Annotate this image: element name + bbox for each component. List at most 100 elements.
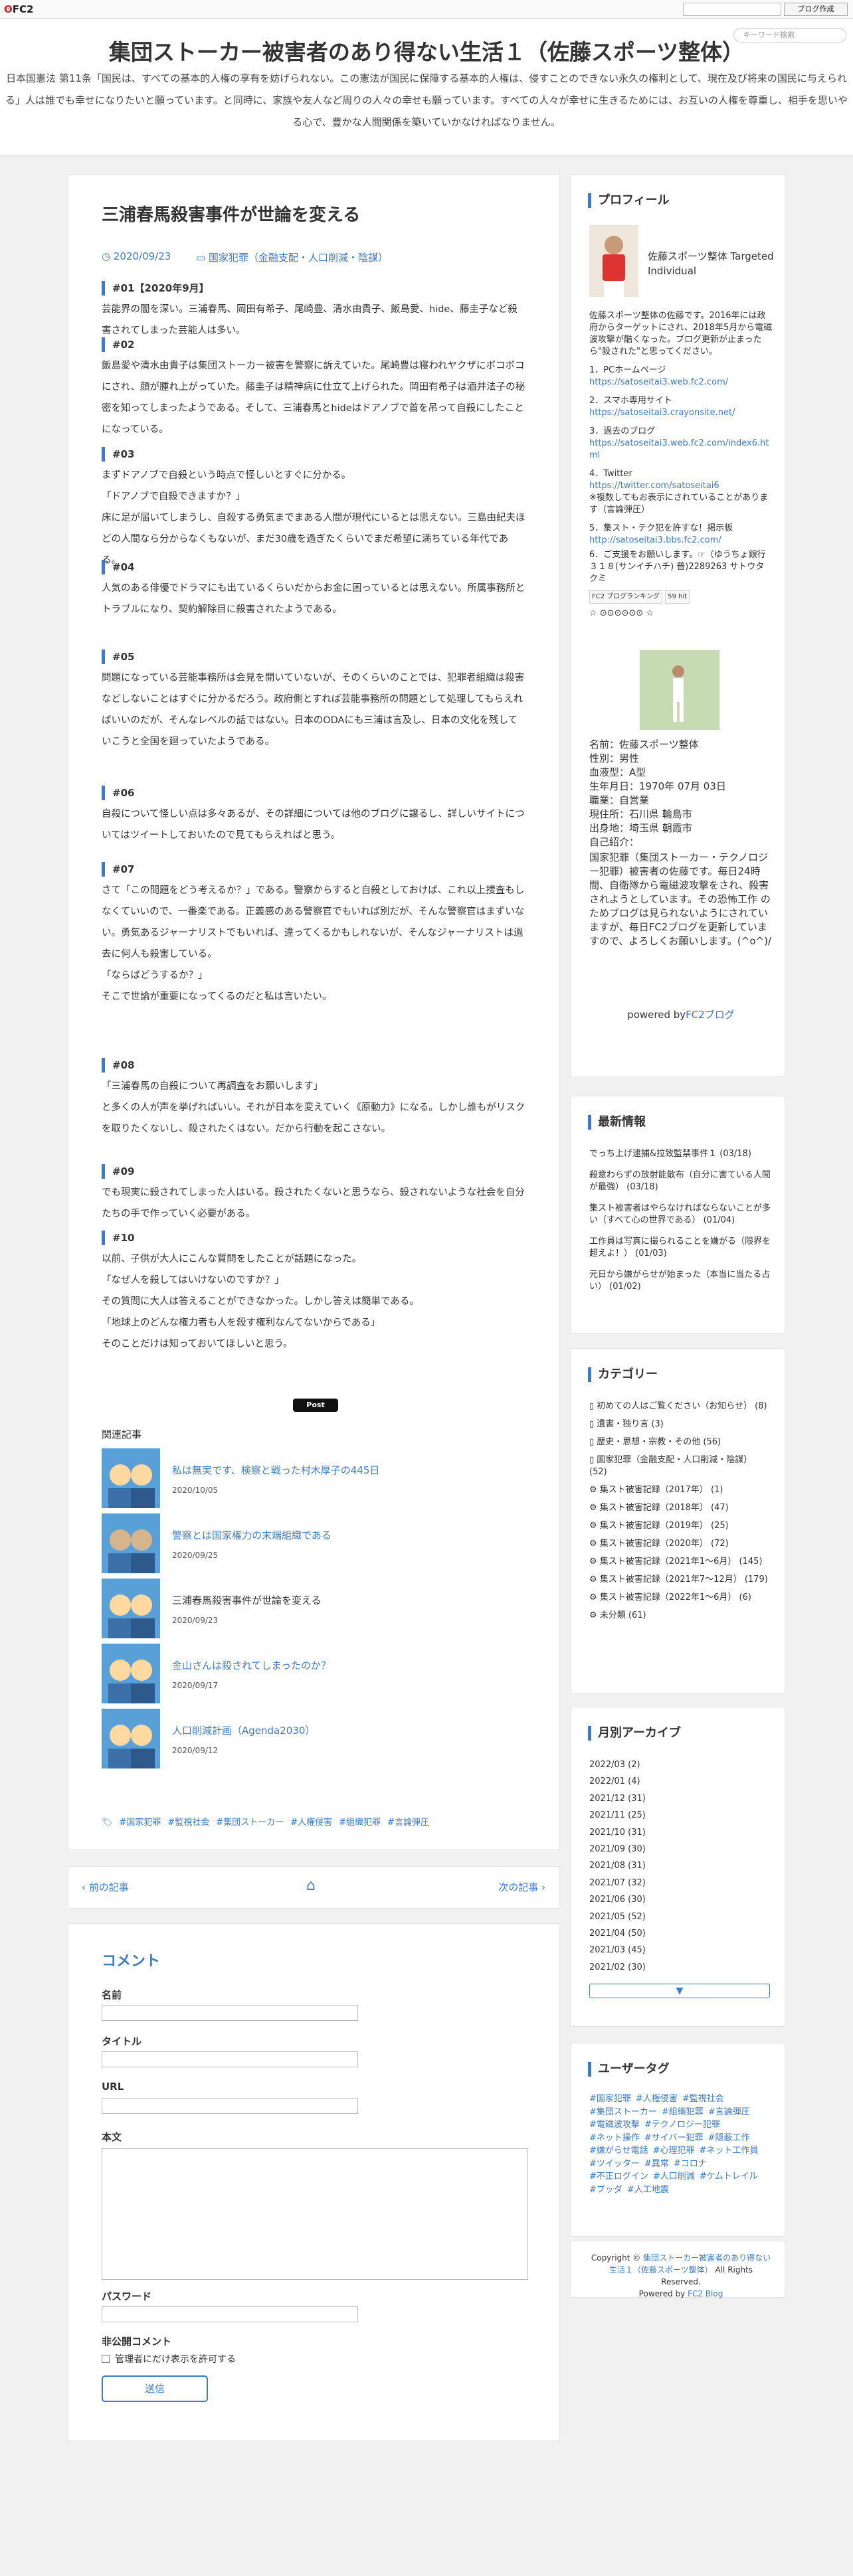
- blog-title[interactable]: 集団ストーカー被害者のあり得ない生活１（佐藤スポーツ整体）: [0, 35, 853, 66]
- category-item[interactable]: ⚙ 集スト被害記録（2022年1〜6月） (6): [589, 1592, 773, 1604]
- category-label[interactable]: 集スト被害記録（2021年7〜12月） (179): [600, 1575, 768, 1585]
- category-label[interactable]: 歴史・思想・宗教・その他 (56): [597, 1437, 721, 1447]
- tweet-button[interactable]: Post: [293, 1399, 338, 1412]
- home-icon[interactable]: ⌂: [306, 1877, 316, 1894]
- related-thumbnail[interactable]: [102, 1644, 160, 1703]
- category-item[interactable]: ⚙ 集スト被害記録（2021年7〜12月） (179): [589, 1574, 773, 1586]
- user-tag-link[interactable]: #言論弾圧: [708, 2106, 750, 2119]
- archive-item[interactable]: 2021/04 (50): [589, 1925, 773, 1942]
- fc2-logo[interactable]: ʘFC2: [4, 3, 33, 15]
- fc2-link[interactable]: FC2 Blog: [688, 2289, 723, 2298]
- keyword-search-input[interactable]: キーワード検索: [733, 28, 846, 43]
- category-label[interactable]: 初めての人はご覧ください（お知らせ） (8): [597, 1401, 767, 1411]
- user-tag-link[interactable]: #ネット操作: [589, 2132, 640, 2145]
- checkbox-icon[interactable]: [102, 2355, 110, 2363]
- archive-item[interactable]: 2021/09 (30): [589, 1841, 773, 1857]
- user-tag-link[interactable]: #組織犯罪: [662, 2106, 704, 2119]
- entry-tag-link[interactable]: #監視社会: [167, 1818, 209, 1828]
- entry-tag-link[interactable]: #人権侵害: [290, 1818, 332, 1828]
- related-thumbnail[interactable]: [102, 1709, 160, 1768]
- category-label[interactable]: 集スト被害記録（2022年1〜6月） (6): [600, 1592, 751, 1602]
- category-item[interactable]: ⚙ 集スト被害記録（2020年） (72): [589, 1538, 773, 1550]
- user-tag-link[interactable]: #ケムトレイル: [700, 2170, 758, 2184]
- recent-title[interactable]: 集スト被害者はやらなければならないことが多い（すべて心の世界である）: [589, 1203, 771, 1225]
- submit-button[interactable]: 送信: [102, 2375, 208, 2402]
- recent-item[interactable]: 殺意わらずの放射能散布（自分に害ている人間が最強） (03/18): [589, 1169, 773, 1193]
- entry-category[interactable]: ▭ 国家犯罪（金融支配・人口削減・陰謀）: [196, 250, 388, 264]
- profile-link-url[interactable]: http://satoseitai3.bbs.fc2.com/: [589, 535, 773, 547]
- profile-link-url[interactable]: https://satoseitai3.web.fc2.com/index6.h…: [589, 438, 773, 462]
- user-tag-link[interactable]: #監視社会: [682, 2093, 724, 2106]
- user-tag-link[interactable]: #コロナ: [674, 2158, 707, 2171]
- archive-item[interactable]: 2021/12 (31): [589, 1790, 773, 1807]
- category-item[interactable]: ⚙ 集スト被害記録（2017年） (1): [589, 1484, 773, 1496]
- name-input[interactable]: [102, 2005, 358, 2021]
- category-label[interactable]: 国家犯罪（金融支配・人口削減・陰謀） (52): [589, 1455, 752, 1477]
- related-item[interactable]: 人口削減計画（Agenda2030） 2020/09/12: [102, 1709, 527, 1768]
- comment-body-textarea[interactable]: [102, 2148, 528, 2280]
- category-label[interactable]: 集スト被害記録（2020年） (72): [600, 1539, 729, 1549]
- category-label[interactable]: 集スト被害記録（2021年1〜6月） (145): [600, 1557, 763, 1567]
- archive-item[interactable]: 2021/06 (30): [589, 1891, 773, 1908]
- related-thumbnail[interactable]: [102, 1513, 160, 1573]
- profile-link-url[interactable]: https://twitter.com/satoseitai6: [589, 480, 773, 492]
- profile-link-url[interactable]: https://satoseitai3.crayonsite.net/: [589, 407, 773, 419]
- user-tag-link[interactable]: #心理犯罪: [653, 2144, 695, 2158]
- category-label[interactable]: 遺書・独り言 (3): [597, 1419, 664, 1429]
- recent-item[interactable]: 元日から嫌がらせが始まった（本当に当たる占い） (01/02): [589, 1269, 773, 1293]
- related-thumbnail[interactable]: [102, 1579, 160, 1638]
- entry-tag-link[interactable]: #集団ストーカー: [216, 1818, 284, 1828]
- archive-item[interactable]: 2021/03 (45): [589, 1942, 773, 1958]
- archive-item[interactable]: 2021/07 (32): [589, 1875, 773, 1891]
- related-title[interactable]: 警察とは国家権力の末端組織である: [172, 1528, 332, 1542]
- topbar-search-input[interactable]: [683, 3, 781, 16]
- recent-item[interactable]: 工作員は写真に撮られることを嫌がる（限界を超えよ！） (01/03): [589, 1236, 773, 1260]
- category-item[interactable]: ▯ 初めての人はご覧ください（お知らせ） (8): [589, 1401, 773, 1413]
- category-item[interactable]: ⚙ 集スト被害記録（2018年） (47): [589, 1502, 773, 1514]
- profile-link-url[interactable]: https://satoseitai3.web.fc2.com/: [589, 377, 773, 388]
- make-blog-button[interactable]: ブログ作成: [784, 3, 848, 16]
- entry-tag-link[interactable]: #言論弾圧: [387, 1818, 429, 1828]
- category-item[interactable]: ▯ 遺書・独り言 (3): [589, 1418, 773, 1430]
- recent-item[interactable]: でっち上げ逮捕&拉致監禁事件１ (03/18): [589, 1148, 773, 1160]
- profile-avatar[interactable]: [589, 225, 638, 297]
- title-input[interactable]: [102, 2051, 358, 2067]
- archive-more-button[interactable]: ▼: [589, 1984, 770, 1998]
- user-tag-link[interactable]: #電磁波攻撃: [589, 2118, 640, 2132]
- user-tag-link[interactable]: #嫌がらせ電話: [589, 2144, 648, 2158]
- recent-title[interactable]: でっち上げ逮捕&拉致監禁事件１: [589, 1149, 719, 1159]
- related-item[interactable]: 警察とは国家権力の末端組織である 2020/09/25: [102, 1513, 527, 1573]
- category-item[interactable]: ▯ 歴史・思想・宗教・その他 (56): [589, 1436, 773, 1448]
- archive-item[interactable]: 2021/10 (31): [589, 1824, 773, 1841]
- user-tag-link[interactable]: #ツイッター: [589, 2158, 640, 2171]
- related-title[interactable]: 金山さんは殺されてしまったのか？: [172, 1658, 331, 1672]
- archive-item[interactable]: 2021/11 (25): [589, 1807, 773, 1824]
- category-item[interactable]: ⚙ 集スト被害記録（2021年1〜6月） (145): [589, 1556, 773, 1568]
- user-tag-link[interactable]: #国家犯罪: [589, 2093, 631, 2106]
- user-tag-link[interactable]: #ブッダ: [589, 2184, 622, 2197]
- recent-title[interactable]: 殺意わらずの放射能散布（自分に害ている人間が最強）: [589, 1170, 771, 1192]
- related-title[interactable]: 私は無実です、検察と戦った村木厚子の445日: [172, 1463, 379, 1477]
- user-tag-link[interactable]: #人口削減: [653, 2170, 695, 2184]
- next-entry-link[interactable]: 次の記事 ›: [498, 1880, 545, 1894]
- prev-entry-link[interactable]: ‹ 前の記事: [82, 1880, 129, 1894]
- user-tag-link[interactable]: #隠蔽工作: [708, 2132, 750, 2145]
- category-item[interactable]: ⚙ 未分類 (61): [589, 1610, 773, 1622]
- url-input[interactable]: [102, 2098, 358, 2114]
- category-item[interactable]: ⚙ 集スト被害記録（2019年） (25): [589, 1520, 773, 1532]
- password-input[interactable]: [102, 2306, 358, 2322]
- ranking-badge[interactable]: FC2 ブログランキング: [589, 590, 662, 604]
- fc2-blog-link[interactable]: FC2ブログ: [686, 1009, 735, 1021]
- user-tag-link[interactable]: #テクノロジー犯罪: [644, 2118, 720, 2132]
- archive-item[interactable]: 2021/08 (31): [589, 1857, 773, 1874]
- entry-tag-link[interactable]: #組織犯罪: [339, 1818, 381, 1828]
- recent-title[interactable]: 工作員は写真に撮られることを嫌がる（限界を超えよ！）: [589, 1237, 771, 1258]
- user-tag-link[interactable]: #人権侵害: [636, 2093, 678, 2106]
- archive-item[interactable]: 2021/05 (52): [589, 1909, 773, 1925]
- user-tag-link[interactable]: #ネット工作員: [700, 2144, 759, 2158]
- related-item[interactable]: 三浦春馬殺害事件が世論を変える 2020/09/23: [102, 1579, 527, 1638]
- related-item[interactable]: 金山さんは殺されてしまったのか？ 2020/09/17: [102, 1644, 527, 1703]
- category-item[interactable]: ▯ 国家犯罪（金融支配・人口削減・陰謀） (52): [589, 1454, 773, 1478]
- related-thumbnail[interactable]: [102, 1448, 160, 1508]
- category-label[interactable]: 集スト被害記録（2017年） (1): [600, 1485, 723, 1495]
